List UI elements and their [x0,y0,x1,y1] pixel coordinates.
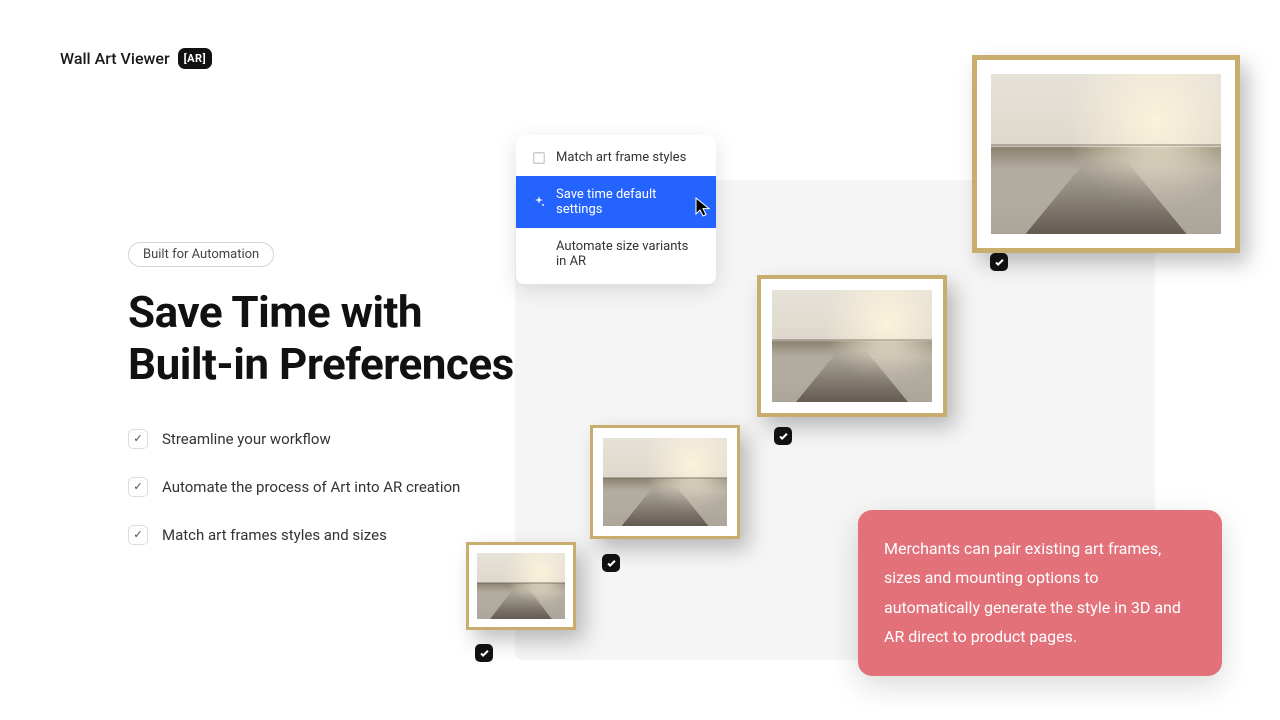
bullet-list: ✓ Streamline your workflow ✓ Automate th… [128,429,558,545]
hero-section: Built for Automation Save Time with Buil… [128,242,558,573]
art-image [991,74,1221,234]
bullet-text: Streamline your workflow [162,430,331,448]
heading-line-1: Save Time with [128,286,422,338]
menu-item-label: Automate size variants in AR [556,239,700,269]
hero-pill: Built for Automation [128,242,274,267]
check-icon: ✓ [128,429,148,449]
sparkle-icon [532,195,546,209]
menu-item-label: Save time default settings [556,187,700,217]
check-icon: ✓ [128,525,148,545]
art-image [603,438,727,526]
bullet-text: Automate the process of Art into AR crea… [162,478,460,496]
blank-icon [532,247,546,261]
menu-item-label: Match art frame styles [556,150,686,165]
art-frame-small [590,425,740,539]
cursor-icon [695,197,713,221]
frame-check-icon [475,644,493,662]
art-frame-large [972,55,1240,253]
menu-item-match-frame[interactable]: Match art frame styles [516,139,716,176]
bullet-item: ✓ Match art frames styles and sizes [128,525,558,545]
frame-check-icon [990,253,1008,271]
check-icon: ✓ [128,477,148,497]
logo-text: Wall Art Viewer [60,49,170,68]
page-title: Save Time with Built-in Preferences [128,287,558,391]
art-image [772,290,932,402]
marketing-callout: Merchants can pair existing art frames, … [858,510,1222,676]
menu-item-default-settings[interactable]: Save time default settings [516,176,716,228]
heading-line-2: Built-in Preferences [128,338,514,390]
frame-check-icon [774,427,792,445]
frame-check-icon [602,554,620,572]
art-frame-medium [757,275,947,417]
settings-menu[interactable]: Match art frame styles Save time default… [516,135,716,284]
menu-item-automate-variants[interactable]: Automate size variants in AR [516,228,716,280]
frame-icon [532,151,546,165]
bullet-item: ✓ Streamline your workflow [128,429,558,449]
bullet-item: ✓ Automate the process of Art into AR cr… [128,477,558,497]
app-logo: Wall Art Viewer [AR] [60,48,212,69]
logo-ar-badge: [AR] [178,48,213,69]
bullet-text: Match art frames styles and sizes [162,526,387,544]
